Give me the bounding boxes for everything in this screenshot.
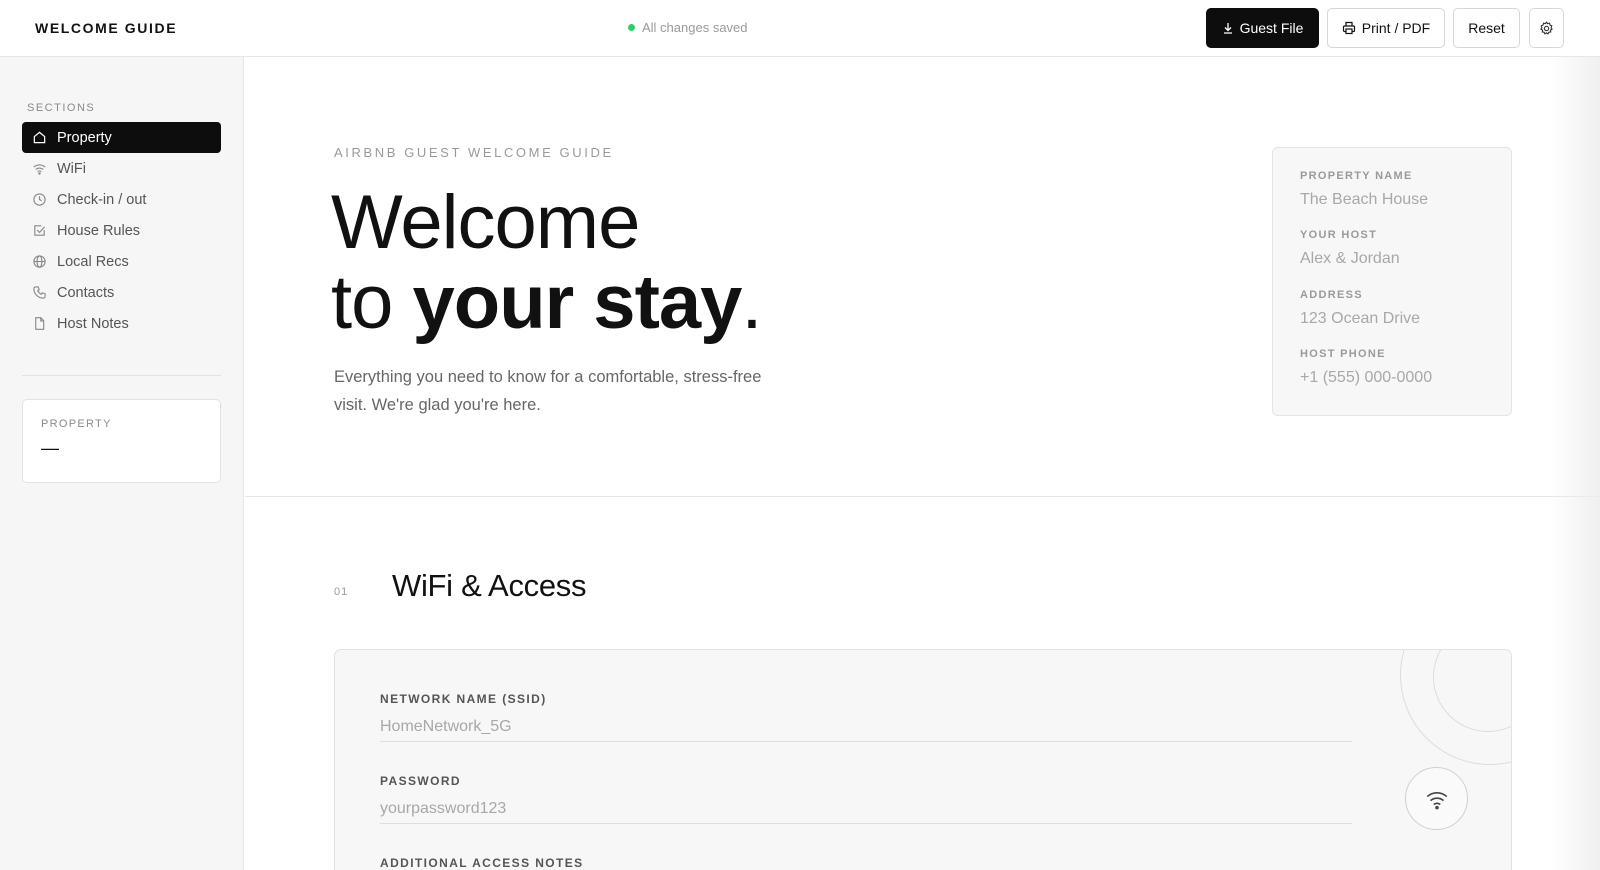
info-field-host[interactable]: YOUR HOST Alex & Jordan [1300, 229, 1400, 268]
password-label: PASSWORD [380, 774, 461, 788]
save-status-text: All changes saved [642, 20, 748, 35]
info-value[interactable]: 123 Ocean Drive [1300, 310, 1420, 328]
wifi-icon [1426, 791, 1447, 809]
reset-button[interactable]: Reset [1453, 8, 1520, 48]
property-summary-label: PROPERTY [41, 418, 112, 430]
app-title: WELCOME GUIDE [35, 20, 178, 36]
info-label: YOUR HOST [1300, 229, 1378, 241]
section-nav: Property WiFi Check-in / out House Rules… [22, 122, 221, 339]
section-number: 01 [334, 586, 349, 598]
property-summary-value: — [41, 438, 59, 458]
hero-title-line1: Welcome [331, 180, 640, 265]
section-divider [245, 496, 1600, 497]
property-summary-card: PROPERTY — [22, 399, 221, 483]
info-label: PROPERTY NAME [1300, 170, 1413, 182]
hero-subtitle: Everything you need to know for a comfor… [334, 368, 762, 414]
info-field-address[interactable]: ADDRESS 123 Ocean Drive [1300, 289, 1420, 328]
reset-label: Reset [1468, 20, 1505, 36]
info-field-host-phone[interactable]: HOST PHONE +1 (555) 000-0000 [1300, 348, 1432, 387]
hero-title: Welcome to your stay. [331, 180, 763, 345]
guest-file-label: Guest File [1239, 20, 1304, 36]
wifi-card: NETWORK NAME (SSID) PASSWORD ADDITIONAL … [334, 649, 1512, 870]
document-icon [35, 317, 45, 330]
sidebar-item-contacts[interactable]: Contacts [22, 277, 221, 308]
info-value[interactable]: Alex & Jordan [1300, 250, 1400, 268]
sidebar-item-label: Host Notes [57, 315, 129, 332]
sidebar-heading: SECTIONS [27, 102, 96, 114]
home-icon [33, 131, 46, 144]
info-value[interactable]: +1 (555) 000-0000 [1300, 369, 1432, 387]
sidebar-item-label: Property [57, 129, 112, 146]
wifi-badge [1405, 767, 1468, 830]
print-pdf-button[interactable]: Print / PDF [1327, 8, 1445, 48]
checkbox-icon [34, 225, 46, 236]
sidebar-item-label: Local Recs [57, 253, 129, 270]
sidebar-item-label: Contacts [57, 284, 115, 301]
wifi-icon [33, 164, 46, 175]
sidebar: SECTIONS Property WiFi Check-in / out Ho… [0, 57, 244, 870]
info-label: HOST PHONE [1300, 348, 1386, 360]
sidebar-item-label: House Rules [57, 222, 141, 239]
phone-icon [33, 286, 46, 299]
sidebar-item-host-notes[interactable]: Host Notes [22, 308, 221, 339]
settings-button[interactable] [1529, 8, 1564, 48]
sidebar-item-house-rules[interactable]: House Rules [22, 215, 221, 246]
hero-eyebrow: AIRBNB GUEST WELCOME GUIDE [334, 145, 614, 160]
clock-icon [33, 193, 46, 206]
top-bar: WELCOME GUIDE All changes saved Guest Fi… [0, 0, 1600, 57]
sidebar-item-checkin[interactable]: Check-in / out [22, 184, 221, 215]
sidebar-item-label: Check-in / out [57, 191, 147, 208]
globe-icon [33, 255, 46, 268]
hero-title-suffix: . [741, 260, 762, 345]
info-field-property-name[interactable]: PROPERTY NAME The Beach House [1300, 170, 1428, 209]
hero-title-bold: your stay [412, 260, 743, 345]
sidebar-item-wifi[interactable]: WiFi [22, 153, 221, 184]
save-status: All changes saved [628, 20, 748, 35]
access-notes-label: ADDITIONAL ACCESS NOTES [380, 856, 584, 870]
password-input[interactable] [380, 794, 1352, 824]
sidebar-item-property[interactable]: Property [22, 122, 221, 153]
network-name-label: NETWORK NAME (SSID) [380, 692, 547, 706]
sidebar-divider [22, 375, 221, 376]
download-icon [1223, 23, 1232, 34]
printer-icon [1342, 21, 1355, 35]
section-title: WiFi & Access [392, 568, 587, 603]
sidebar-item-local-recs[interactable]: Local Recs [22, 246, 221, 277]
hero-title-prefix: to [331, 260, 413, 345]
guest-file-button[interactable]: Guest File [1206, 8, 1319, 48]
network-name-input[interactable] [380, 712, 1352, 742]
property-info-card: PROPERTY NAME The Beach House YOUR HOST … [1272, 147, 1512, 416]
status-dot-icon [628, 24, 635, 31]
main-content: AIRBNB GUEST WELCOME GUIDE Welcome to yo… [245, 57, 1600, 870]
info-label: ADDRESS [1300, 289, 1363, 301]
print-pdf-label: Print / PDF [1361, 20, 1431, 36]
sidebar-item-label: WiFi [57, 160, 86, 177]
gear-icon [1540, 20, 1553, 35]
info-value[interactable]: The Beach House [1300, 191, 1428, 209]
hero-title-line2: to your stay. [331, 260, 763, 345]
